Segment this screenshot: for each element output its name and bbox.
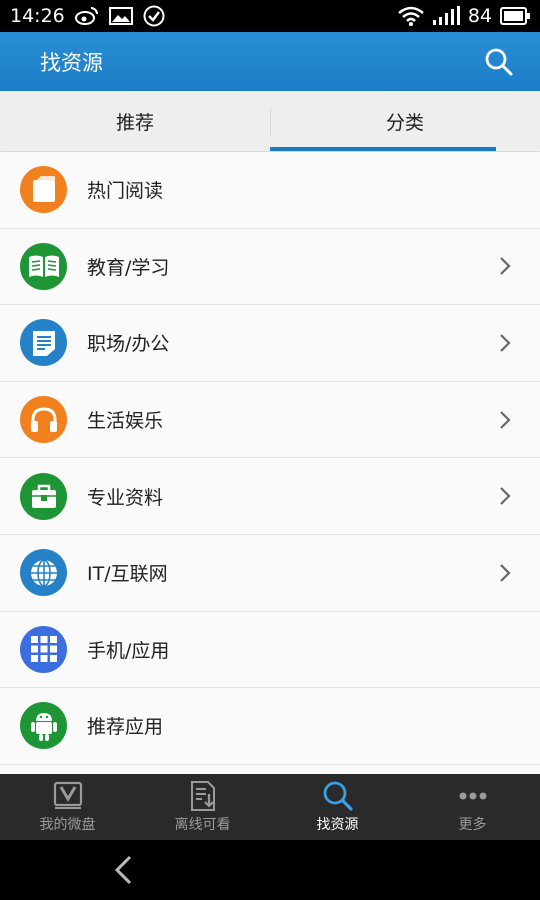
chevron-right-icon [500, 334, 511, 352]
globe-icon [20, 549, 67, 597]
briefcase-icon [20, 472, 67, 520]
tab-label: 分类 [385, 111, 424, 134]
chevron-right-icon [500, 257, 511, 276]
list-item-label: 热门阅读 [87, 180, 164, 203]
notification-icons [74, 5, 165, 27]
nav-item-more[interactable]: 更多 [405, 774, 540, 840]
app-header: 找资源 [0, 32, 540, 91]
list-item-label: 手机/应用 [87, 639, 170, 662]
bottom-nav: 我的微盘 离线可看 找资源 更多 [0, 774, 540, 840]
chevron-right-icon [500, 563, 511, 582]
list-item[interactable]: 教育/学习 [0, 228, 540, 306]
tab-recommend[interactable]: 推荐 [0, 91, 270, 151]
more-dots-icon [459, 792, 486, 800]
tab-divider [270, 109, 271, 135]
search-icon [323, 781, 353, 811]
signal-icon [432, 6, 460, 25]
offline-doc-icon [190, 781, 215, 811]
android-icon [20, 702, 67, 750]
list-item-label: 教育/学习 [87, 256, 170, 279]
list-item[interactable]: 手机/应用 [0, 611, 540, 689]
list-item[interactable]: 专业资料 [0, 458, 540, 535]
tab-category[interactable]: 分类 [270, 91, 540, 151]
list-item-label: 推荐应用 [87, 716, 164, 739]
document-icon [20, 319, 67, 367]
nav-label: 更多 [458, 817, 487, 833]
tab-label: 推荐 [115, 111, 154, 134]
list-item[interactable]: IT/互联网 [0, 534, 540, 612]
nav-item-find-resources[interactable]: 找资源 [270, 774, 405, 840]
chevron-right-icon [500, 410, 511, 429]
weibo-icon [74, 7, 98, 25]
search-icon[interactable] [484, 47, 514, 77]
status-right: 84 [398, 5, 530, 27]
grid-icon [20, 625, 67, 673]
nav-label: 找资源 [316, 817, 359, 833]
list-item[interactable]: 职场/办公 [0, 305, 540, 382]
nav-item-offline[interactable]: 离线可看 [135, 774, 270, 840]
tab-bar: 推荐 分类 [0, 91, 540, 151]
page-title: 找资源 [40, 50, 103, 75]
battery-icon [500, 7, 530, 25]
list-item-label: IT/互联网 [87, 563, 168, 586]
list-item[interactable]: 热门阅读 [0, 152, 540, 229]
status-time: 14:26 [10, 5, 65, 27]
list-item-label: 生活娱乐 [87, 410, 164, 433]
list-item[interactable]: 推荐应用 [0, 688, 540, 765]
open-book-icon [20, 242, 67, 290]
nav-item-my-disk[interactable]: 我的微盘 [0, 774, 135, 840]
battery-percent: 84 [467, 5, 492, 27]
nav-label: 我的微盘 [39, 817, 96, 833]
list-item[interactable]: 生活娱乐 [0, 381, 540, 459]
headphones-icon [20, 396, 67, 444]
wifi-icon [398, 6, 424, 26]
vdisk-icon [53, 781, 82, 809]
nav-label: 离线可看 [174, 817, 231, 833]
chevron-right-icon [500, 487, 511, 505]
system-nav-bar [0, 840, 540, 900]
book-icon [20, 166, 67, 214]
back-icon[interactable] [110, 854, 136, 886]
check-circle-icon [143, 5, 165, 27]
list-item-label: 职场/办公 [87, 333, 170, 356]
list-item-label: 专业资料 [87, 486, 164, 509]
image-icon [108, 7, 133, 25]
category-list: 热门阅读 教育/学习 职场/办公 生活娱乐 专业资料 IT/互联网 手机/应用 … [0, 152, 540, 774]
status-bar: 14:26 84 [0, 0, 540, 32]
